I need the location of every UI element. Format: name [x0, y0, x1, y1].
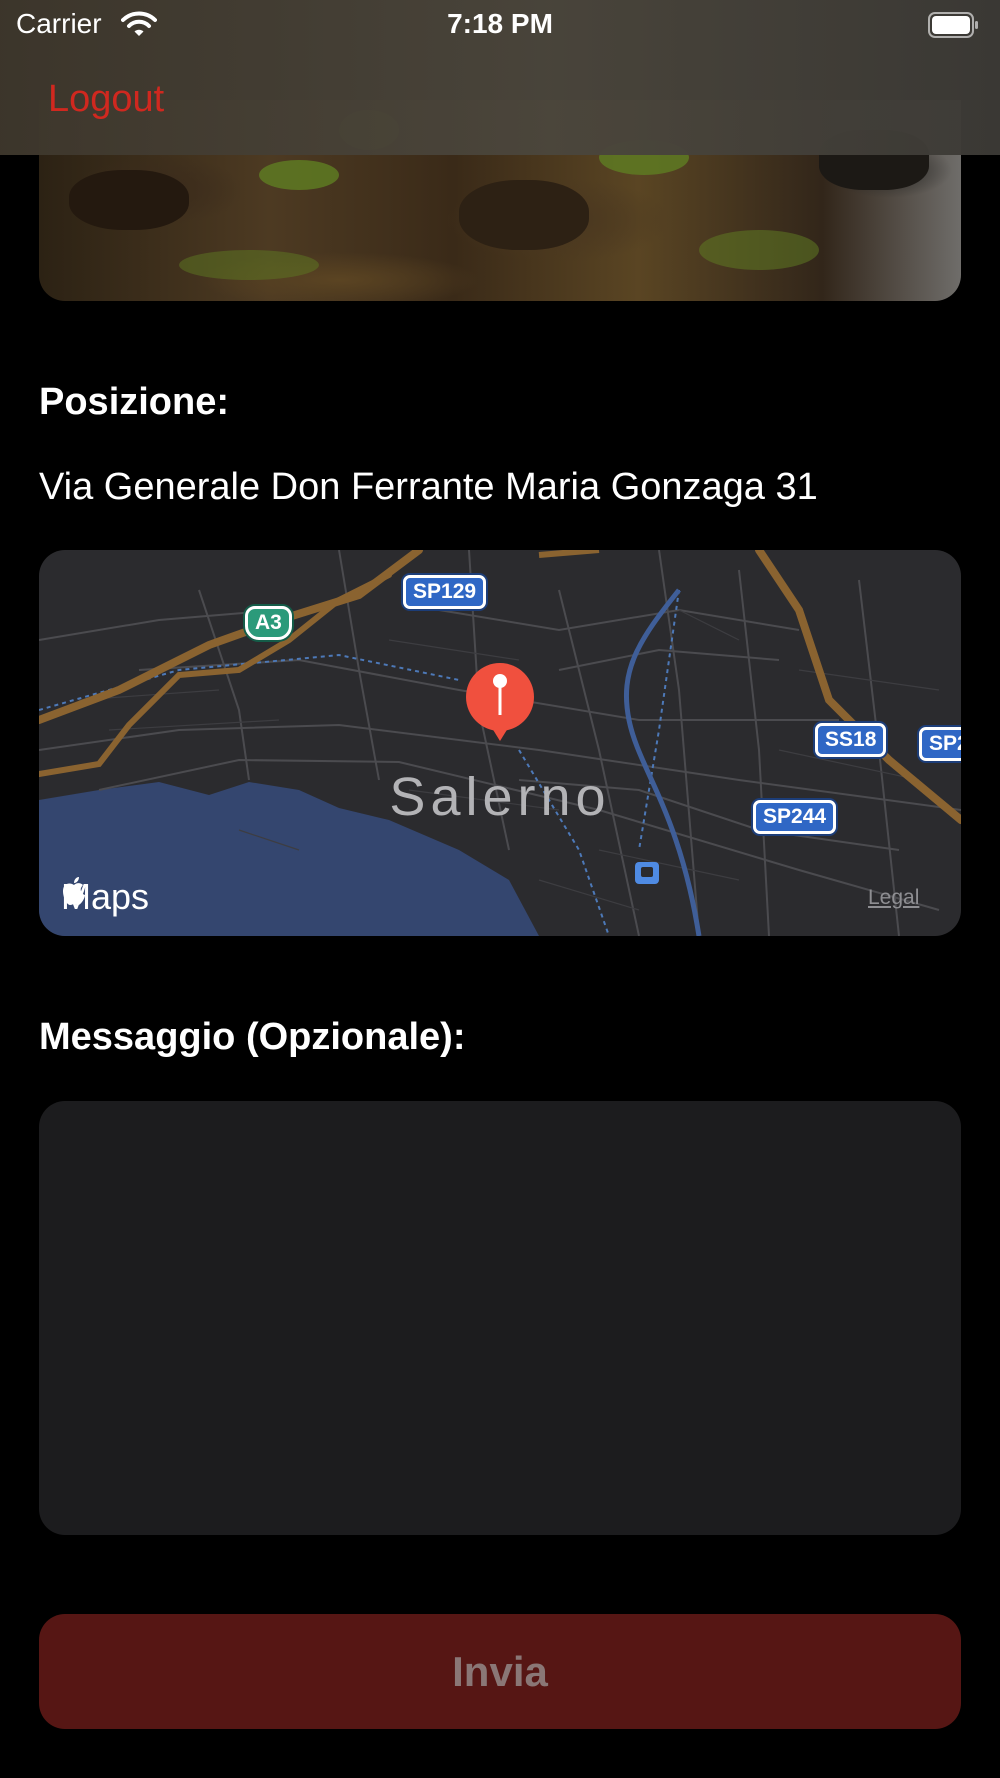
map-city-label: Salerno	[389, 767, 611, 827]
battery-icon	[928, 12, 980, 38]
legal-link[interactable]: Legal	[868, 886, 919, 910]
route-shield-ss18: SS18	[815, 723, 887, 757]
message-input[interactable]	[39, 1101, 961, 1535]
send-button[interactable]: Invia	[39, 1614, 961, 1729]
address-text: Via Generale Don Ferrante Maria Gonzaga …	[39, 466, 818, 508]
map-pin-icon	[466, 663, 534, 741]
logout-button[interactable]: Logout	[48, 78, 164, 121]
route-shield-sp-partial: SP2	[919, 727, 961, 761]
status-time: 7:18 PM	[447, 8, 553, 39]
message-label: Messaggio (Opzionale):	[39, 1016, 466, 1058]
map-view[interactable]: A3 SP129 SS18 SP2 SP244 Salerno Maps Leg…	[39, 550, 961, 936]
route-shield-a3: A3	[245, 606, 292, 640]
maps-logo: Maps	[61, 876, 149, 918]
navigation-bar: Carrier 7:18 PM Logout	[0, 0, 1000, 155]
route-shield-sp129: SP129	[403, 575, 487, 609]
position-label: Posizione:	[39, 381, 230, 423]
